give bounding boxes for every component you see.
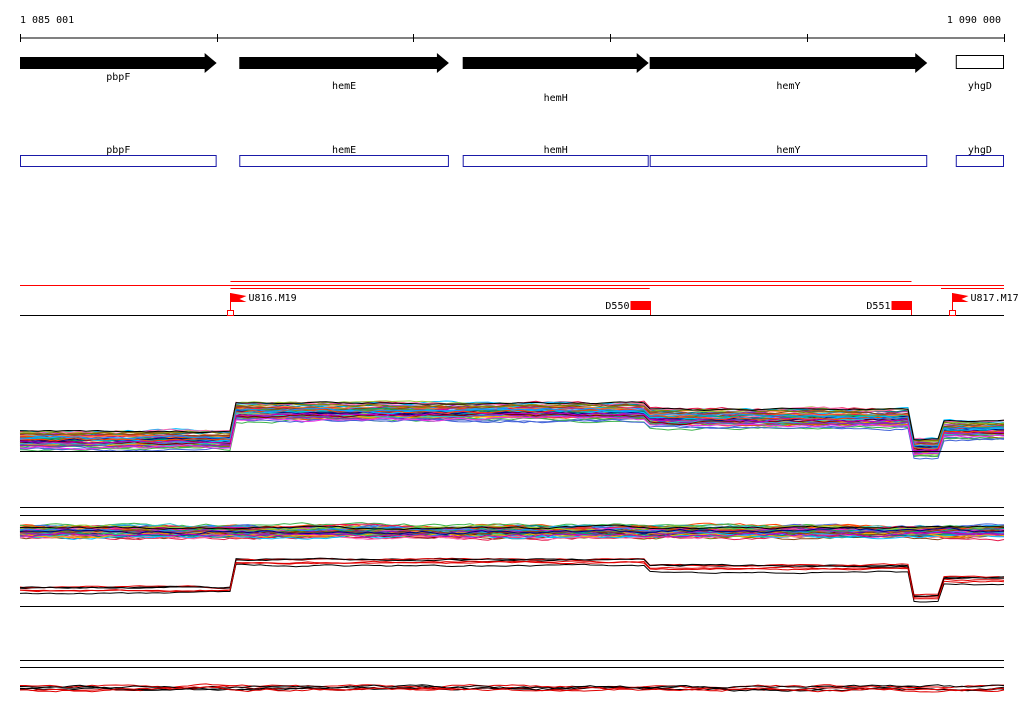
ruler-end-label: 1 090 000 (947, 15, 1001, 26)
expression-signal-tracks (19, 400, 1005, 693)
gene-arrow-outline (955, 55, 1004, 69)
gene-label: hemY (776, 81, 800, 92)
gene-box (649, 155, 928, 167)
gene-arrow (649, 53, 928, 73)
gene-track: pbpF hemE hemH hemY yhgD (20, 53, 1004, 104)
gene-box (955, 155, 1004, 167)
genome-browser-canvas: 1 085 001 1 090 000 pbpF hemE hemH hemY yhgD… (19, 15, 1019, 693)
signal-trace (19, 557, 1005, 596)
marker-track: U816.M19 D550 D551 U817.M17 (227, 293, 1019, 316)
marker-label: D550 (605, 301, 629, 312)
gene-arrow (462, 53, 649, 73)
gene-arrow (239, 53, 449, 73)
gene-box-label: hemH (544, 145, 568, 156)
gene-box (239, 155, 449, 167)
gene-box (20, 155, 217, 167)
marker-box (630, 301, 651, 310)
gene-label: yhgD (968, 81, 992, 92)
gene-box-label: hemE (332, 145, 356, 156)
marker-label: D551 (866, 301, 890, 312)
gene-box-track: pbpF hemE hemH hemY yhgD (20, 145, 1004, 167)
marker-flag (230, 293, 247, 302)
marker-flag (952, 293, 969, 302)
ruler-start-label: 1 085 001 (20, 15, 74, 26)
gene-label: hemH (544, 93, 568, 104)
gene-box-label: hemY (776, 145, 800, 156)
marker-label: U817.M17 (971, 293, 1019, 304)
marker-label: U816.M19 (249, 293, 297, 304)
marker-box (891, 301, 912, 310)
coordinate-ruler: 1 085 001 1 090 000 (20, 15, 1005, 42)
gene-box-label: yhgD (968, 145, 992, 156)
gene-label: hemE (332, 81, 356, 92)
gene-label: pbpF (106, 72, 130, 83)
marker-flag-base (227, 310, 234, 316)
gene-box-label: pbpF (106, 145, 130, 156)
region-track (20, 281, 1004, 316)
gene-arrow (20, 53, 217, 73)
gene-box (462, 155, 649, 167)
marker-flag-base (949, 310, 956, 316)
